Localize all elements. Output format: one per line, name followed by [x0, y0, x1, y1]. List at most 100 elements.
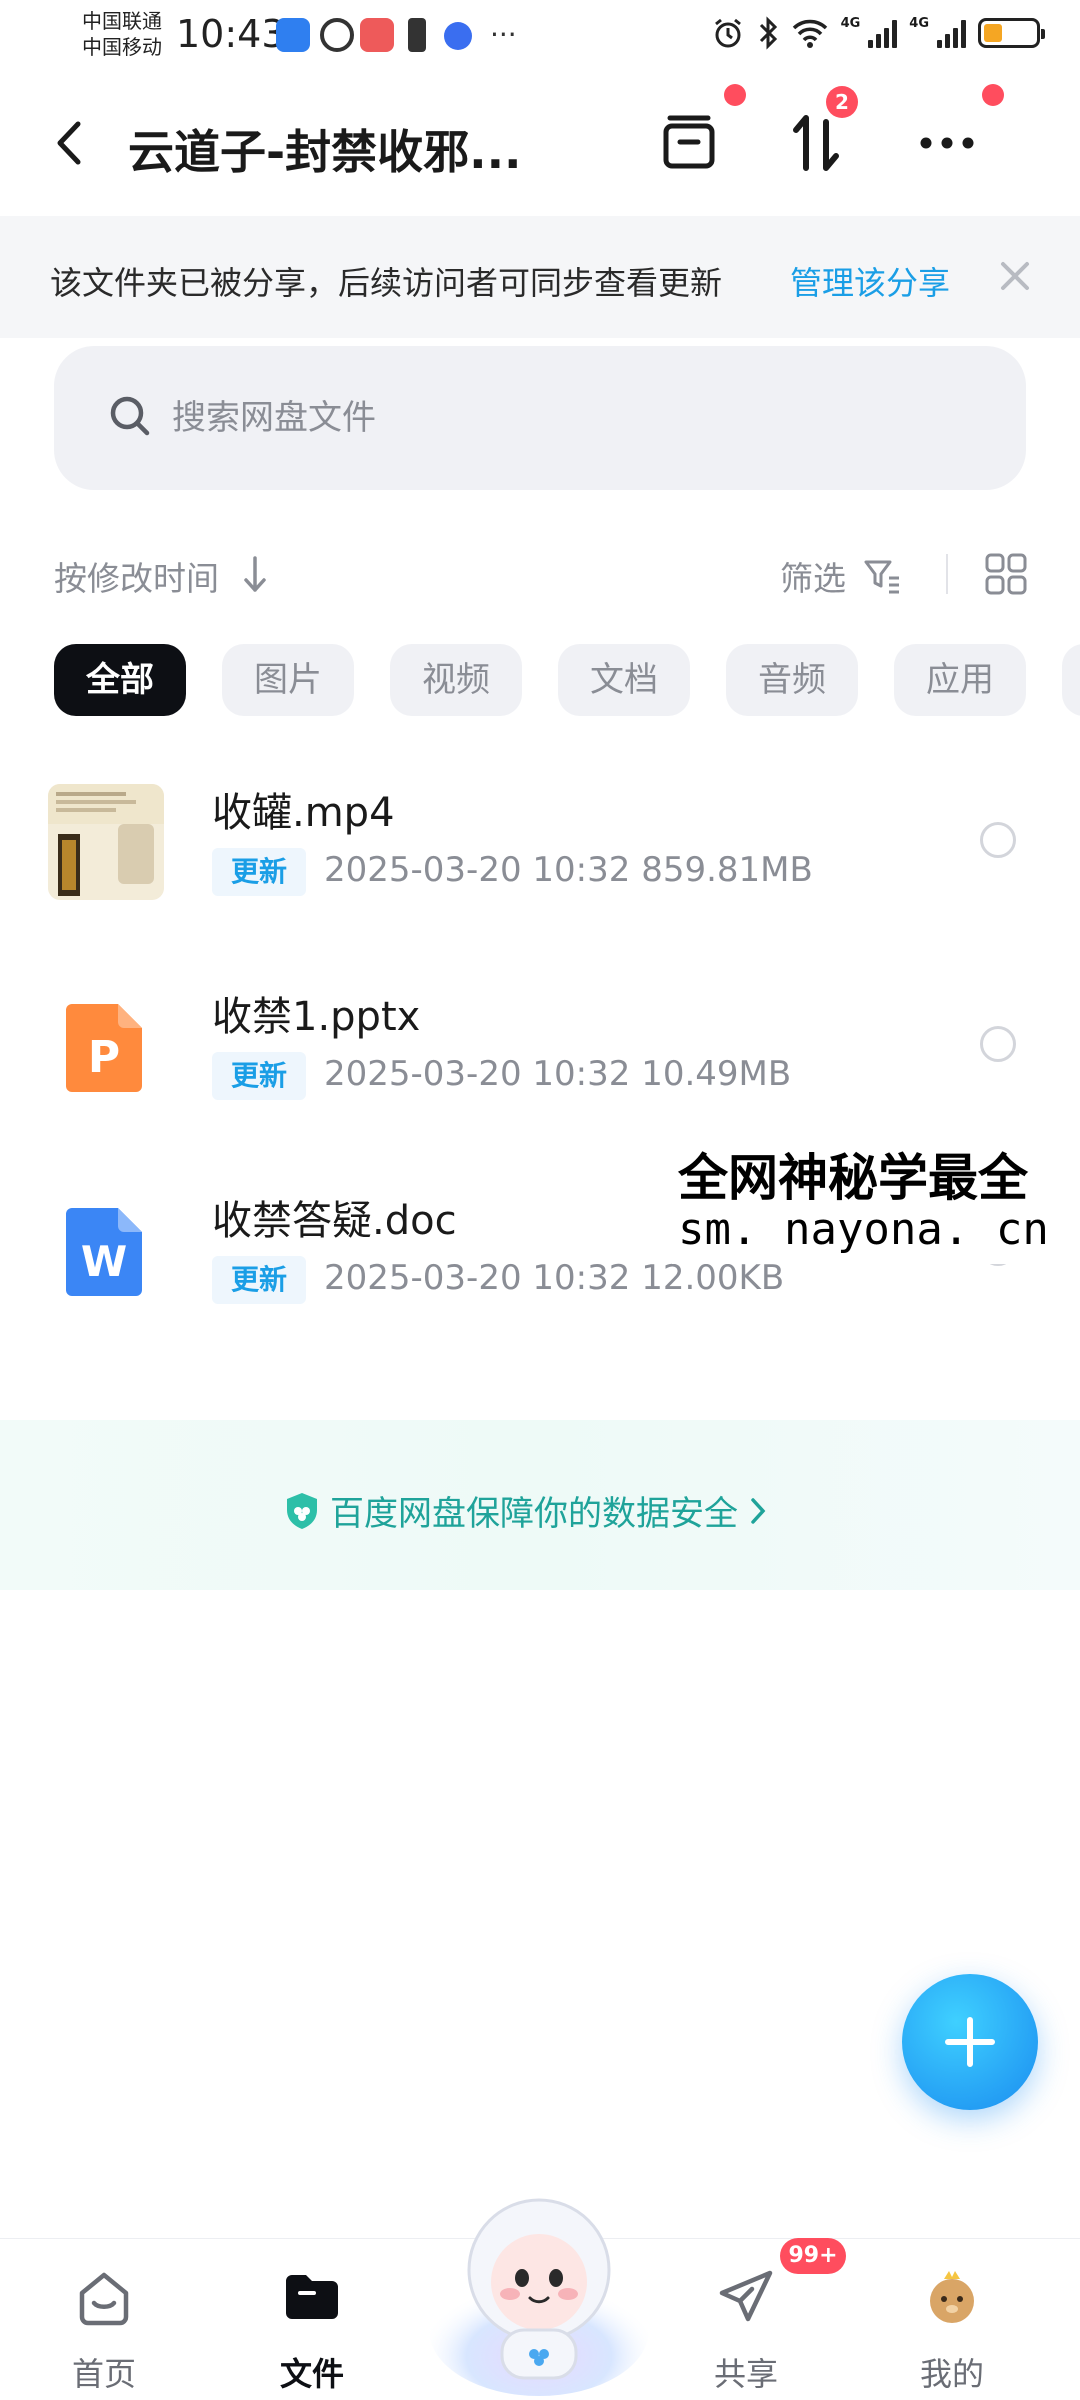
file-name: 收罐.mp4 — [212, 790, 395, 836]
file-meta: 2025-03-20 10:32 859.81MB — [324, 850, 813, 890]
ppt-icon: P — [48, 988, 164, 1104]
tab-documents[interactable]: 文档 — [558, 644, 690, 716]
assistant-mascot-button[interactable] — [424, 2170, 654, 2400]
safety-text: 百度网盘保障你的数据安全 — [330, 1494, 738, 1534]
tab-videos[interactable]: 视频 — [390, 644, 522, 716]
network-type-1: 4G — [840, 16, 861, 31]
alert-icon — [408, 18, 426, 52]
nav-files[interactable]: 文件 — [242, 2257, 382, 2397]
filter-button-label[interactable]: 筛选 — [780, 552, 846, 600]
file-time: 10:32 — [532, 850, 631, 890]
watermark-overlay: 全网神秘学最全 sm. nayona. cn — [672, 1134, 1080, 1264]
share-count-badge: 99+ — [780, 2238, 846, 2274]
select-checkbox[interactable] — [980, 822, 1016, 858]
chevron-right-icon — [751, 1497, 766, 1524]
tab-more[interactable] — [1062, 644, 1080, 716]
avatar-icon — [930, 2271, 974, 2323]
file-time: 10:32 — [532, 1054, 631, 1094]
sort-filter-row: 按修改时间 筛选 — [0, 540, 1080, 608]
select-checkbox[interactable] — [980, 1026, 1016, 1062]
shield-icon — [287, 1492, 317, 1529]
shared-folder-banner: 该文件夹已被分享，后续访问者可同步查看更新 管理该分享 — [0, 216, 1080, 338]
file-row[interactable]: 收罐.mp4 更新 2025-03-20 10:32 859.81MB — [0, 770, 1080, 960]
notification-app-icon — [320, 18, 354, 52]
file-meta: 2025-03-20 10:32 12.00KB — [324, 1258, 784, 1298]
banner-message: 该文件夹已被分享，后续访问者可同步查看更新 — [50, 264, 723, 302]
more-options-icon[interactable] — [912, 108, 982, 178]
status-bar: 中国联通 中国移动 10:43 ··· 4G 4G — [0, 0, 1080, 72]
filter-icon[interactable] — [862, 556, 902, 596]
tab-images[interactable]: 图片 — [222, 644, 354, 716]
nav-share-label: 共享 — [713, 2355, 778, 2393]
nav-home-label: 首页 — [71, 2355, 136, 2393]
file-date: 2025-03-20 — [324, 1258, 522, 1298]
carrier-1: 中国联通 — [82, 9, 162, 33]
file-time: 10:32 — [532, 1258, 631, 1298]
signal-icon — [937, 18, 966, 48]
tab-all[interactable]: 全部 — [54, 644, 186, 716]
update-tag: 更新 — [212, 1052, 306, 1100]
top-navigation-bar: 云道子-封禁收邪... 2 — [0, 72, 1080, 216]
update-tag: 更新 — [212, 848, 306, 896]
safety-content: 百度网盘保障你的数据安全 — [284, 1486, 768, 1535]
notification-dot — [982, 84, 1004, 106]
add-button[interactable] — [902, 1974, 1038, 2110]
search-bar[interactable] — [54, 346, 1026, 490]
file-name: 收禁1.pptx — [212, 994, 421, 1040]
file-date: 2025-03-20 — [324, 850, 522, 890]
search-icon — [110, 396, 150, 436]
category-tabs: 全部 图片 视频 文档 音频 应用 — [54, 644, 1080, 718]
nav-home[interactable]: 首页 — [34, 2257, 174, 2397]
file-date: 2025-03-20 — [324, 1054, 522, 1094]
update-tag: 更新 — [212, 1256, 306, 1304]
bluetooth-icon — [759, 16, 777, 50]
watermark-line-1: 全网神秘学最全 — [678, 1149, 1028, 1207]
close-icon[interactable] — [995, 256, 1035, 296]
file-name: 收禁答疑.doc — [212, 1198, 457, 1244]
status-clock: 10:43 — [176, 12, 286, 56]
watermark-line-2: sm. nayona. cn — [678, 1204, 1049, 1255]
more-notifications-icon: ··· — [490, 18, 517, 51]
nav-mine-label: 我的 — [919, 2355, 984, 2393]
page-title: 云道子-封禁收邪... — [128, 125, 522, 179]
nav-share[interactable]: 共享 — [676, 2257, 816, 2397]
status-right: 4G 4G — [711, 16, 1045, 50]
folder-icon — [286, 2275, 338, 2319]
archive-box-icon[interactable] — [654, 108, 724, 178]
file-meta: 2025-03-20 10:32 10.49MB — [324, 1054, 791, 1094]
svg-text:W: W — [81, 1237, 127, 1286]
signal-icon — [868, 18, 898, 48]
search-input[interactable] — [172, 382, 972, 454]
plus-icon — [945, 2017, 995, 2067]
home-icon — [79, 2272, 129, 2326]
manage-share-link[interactable]: 管理该分享 — [790, 258, 950, 304]
network-type-2: 4G — [909, 16, 929, 31]
tab-audio[interactable]: 音频 — [726, 644, 858, 716]
notification-dot — [724, 84, 746, 106]
file-size: 859.81MB — [641, 850, 813, 890]
baidu-paw-icon — [444, 22, 472, 50]
sort-down-arrow-icon[interactable] — [242, 552, 268, 596]
tab-apps[interactable]: 应用 — [894, 644, 1026, 716]
sort-by-modified-time[interactable]: 按修改时间 — [54, 552, 219, 600]
paper-plane-icon — [719, 2270, 773, 2322]
alarm-icon — [714, 18, 741, 48]
transfer-count-badge: 2 — [826, 86, 858, 118]
file-size: 12.00KB — [641, 1258, 785, 1298]
notification-app-icon — [276, 18, 310, 52]
back-arrow-icon[interactable] — [50, 118, 90, 168]
grid-view-icon[interactable] — [984, 552, 1028, 596]
file-size: 10.49MB — [641, 1054, 792, 1094]
word-icon: W — [48, 1192, 164, 1308]
notification-app-icon — [360, 18, 394, 52]
video-thumbnail-icon — [48, 784, 164, 900]
carrier-info: 中国联通 中国移动 — [82, 8, 162, 60]
svg-text:P: P — [88, 1032, 120, 1083]
battery-icon — [978, 18, 1045, 48]
nav-files-label: 文件 — [279, 2355, 344, 2393]
transfer-arrows-icon[interactable] — [780, 108, 850, 178]
divider — [946, 554, 948, 594]
nav-mine[interactable]: 我的 — [882, 2257, 1022, 2397]
data-safety-banner[interactable]: 百度网盘保障你的数据安全 — [0, 1420, 1080, 1590]
wifi-icon — [792, 19, 827, 48]
